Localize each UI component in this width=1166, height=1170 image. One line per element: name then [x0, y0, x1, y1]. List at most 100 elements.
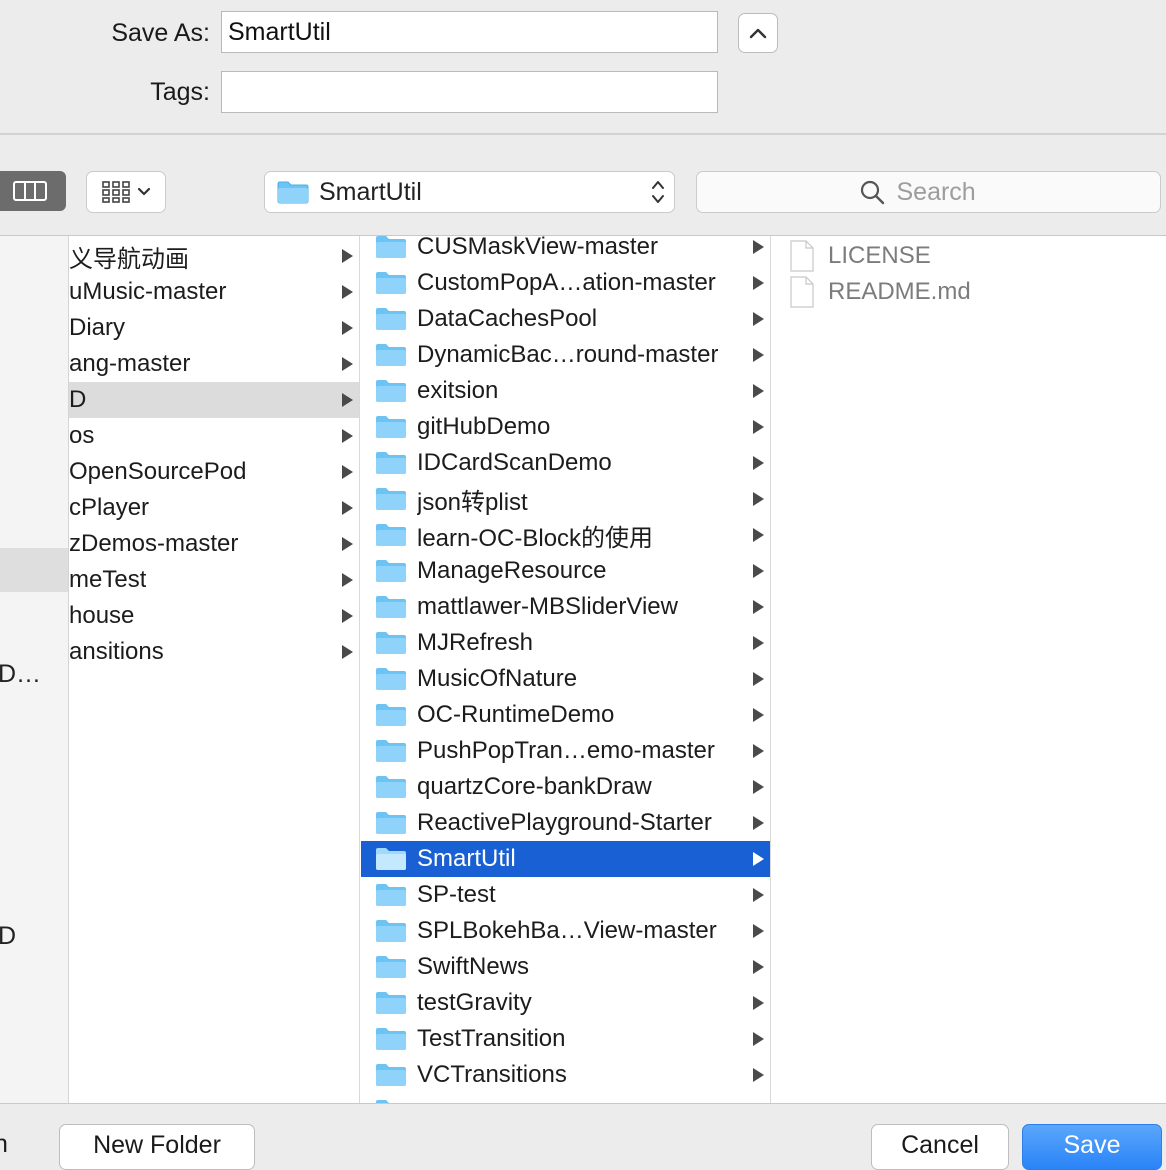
folder-icon — [376, 1028, 406, 1050]
search-input[interactable] — [894, 176, 999, 208]
disclosure-arrow-icon — [753, 1068, 764, 1082]
folder-row[interactable]: gitHubDemo — [361, 409, 770, 445]
folder-row-label: D — [69, 386, 87, 413]
folder-row[interactable]: SP-test — [361, 877, 770, 913]
disclosure-arrow-icon — [342, 429, 353, 443]
folder-row[interactable]: learn-OC-Block的使用 — [361, 517, 770, 553]
search-field[interactable] — [696, 171, 1161, 213]
folder-row-label: IDCardScanDemo — [417, 449, 612, 476]
arrange-menu-button[interactable] — [86, 171, 166, 213]
folder-icon — [376, 380, 406, 402]
folder-icon — [376, 416, 406, 438]
folder-row-label: 义导航动画 — [69, 245, 189, 273]
folder-row-label: SP-test — [417, 881, 496, 908]
folder-row-label: testGravity — [417, 989, 532, 1016]
folder-row[interactable]: D — [69, 382, 359, 418]
folder-row[interactable]: 义导航动画 — [69, 238, 359, 274]
folder-row[interactable]: house — [69, 598, 359, 634]
disclosure-arrow-icon — [342, 537, 353, 551]
folder-icon — [376, 740, 406, 762]
folder-row[interactable]: mattlawer-MBSliderView — [361, 589, 770, 625]
folder-row[interactable]: SwiftNews — [361, 949, 770, 985]
disclosure-arrow-icon — [753, 456, 764, 470]
folder-icon — [376, 884, 406, 906]
folder-row-label: os — [69, 422, 95, 449]
folder-row[interactable]: IDCardScanDemo — [361, 445, 770, 481]
disclosure-arrow-icon — [342, 645, 353, 659]
folder-row[interactable]: MusicOfNature — [361, 661, 770, 697]
browser-column-1: 义导航动画 uMusic-master Diary ang-master Dos Open… — [69, 236, 360, 1103]
dialog-footer: n New Folder Cancel Save — [0, 1103, 1166, 1170]
up-down-chevron-icon — [652, 181, 664, 203]
folder-row[interactable]: OC-RuntimeDemo — [361, 697, 770, 733]
disclosure-arrow-icon — [753, 960, 764, 974]
folder-icon — [376, 344, 406, 366]
folder-row[interactable]: ReactivePlayground-Starter — [361, 805, 770, 841]
expand-dialog-button[interactable] — [738, 13, 778, 53]
document-icon — [790, 240, 814, 272]
folder-row[interactable]: VCTransitions — [361, 1057, 770, 1093]
folder-row[interactable]: cPlayer — [69, 490, 359, 526]
folder-row[interactable]: PushPopTran…emo-master — [361, 733, 770, 769]
folder-row-label: SPLBokehBa…View-master — [417, 917, 717, 944]
folder-row[interactable]: DynamicBac…round-master — [361, 337, 770, 373]
folder-icon — [376, 236, 406, 258]
icon-grid-icon — [102, 181, 130, 203]
folder-row[interactable]: OpenSourcePod — [69, 454, 359, 490]
save-button[interactable]: Save — [1022, 1124, 1162, 1170]
folder-icon — [376, 1064, 406, 1086]
chevron-down-icon — [137, 187, 151, 196]
folder-row[interactable]: CUSMaskView-master — [361, 236, 770, 265]
file-row[interactable]: LICENSE — [772, 238, 1166, 274]
folder-icon — [376, 452, 406, 474]
column-view-button[interactable] — [0, 171, 66, 211]
disclosure-arrow-icon — [753, 348, 764, 362]
folder-row[interactable]: exitsion — [361, 373, 770, 409]
file-row[interactable]: README.md — [772, 274, 1166, 310]
sidebar-item-label[interactable]: D — [0, 922, 16, 951]
folder-row-label: DataCachesPool — [417, 305, 598, 332]
location-popup[interactable]: SmartUtil — [264, 171, 675, 213]
folder-row[interactable]: ManageResource — [361, 553, 770, 589]
search-icon — [860, 180, 884, 205]
disclosure-arrow-icon — [753, 708, 764, 722]
sidebar-item-label[interactable]: D… — [0, 660, 41, 689]
folder-row[interactable]: meTest — [69, 562, 359, 598]
folder-row-label: gitHubDemo — [417, 413, 551, 440]
tags-input[interactable] — [221, 71, 718, 113]
save-fields-area: Save As: Tags: — [0, 0, 1166, 135]
folder-row-partial[interactable] — [361, 1093, 770, 1103]
location-label: SmartUtil — [319, 177, 422, 206]
sidebar: D… D — [0, 236, 69, 1103]
tags-label: Tags: — [150, 78, 210, 106]
folder-row[interactable]: DataCachesPool — [361, 301, 770, 337]
save-as-input[interactable] — [221, 11, 718, 53]
folder-row[interactable]: ang-master — [69, 346, 359, 382]
folder-icon — [376, 848, 406, 870]
folder-row[interactable]: json转plist — [361, 481, 770, 517]
disclosure-arrow-icon — [342, 501, 353, 515]
sidebar-selected-item[interactable] — [0, 548, 68, 592]
folder-row-label: ManageResource — [417, 557, 607, 584]
disclosure-arrow-icon — [753, 384, 764, 398]
folder-row[interactable]: zDemos-master — [69, 526, 359, 562]
folder-row[interactable]: Diary — [69, 310, 359, 346]
folder-row-label: CUSMaskView-master — [417, 236, 658, 260]
folder-row[interactable]: MJRefresh — [361, 625, 770, 661]
cancel-button[interactable]: Cancel — [871, 1124, 1009, 1170]
folder-row[interactable]: uMusic-master — [69, 274, 359, 310]
folder-row[interactable]: quartzCore-bankDraw — [361, 769, 770, 805]
folder-row[interactable]: os — [69, 418, 359, 454]
folder-icon — [376, 524, 406, 546]
folder-row-label: MJRefresh — [417, 629, 534, 656]
folder-row[interactable]: SPLBokehBa…View-master — [361, 913, 770, 949]
new-folder-button[interactable]: New Folder — [59, 1124, 255, 1170]
folder-row[interactable]: SmartUtil — [361, 841, 770, 877]
disclosure-arrow-icon — [342, 249, 353, 263]
folder-row[interactable]: CustomPopA…ation-master — [361, 265, 770, 301]
folder-row[interactable]: testGravity — [361, 985, 770, 1021]
disclosure-arrow-icon — [753, 924, 764, 938]
folder-row[interactable]: TestTransition — [361, 1021, 770, 1057]
folder-icon — [376, 704, 406, 726]
folder-row[interactable]: ansitions — [69, 634, 359, 670]
